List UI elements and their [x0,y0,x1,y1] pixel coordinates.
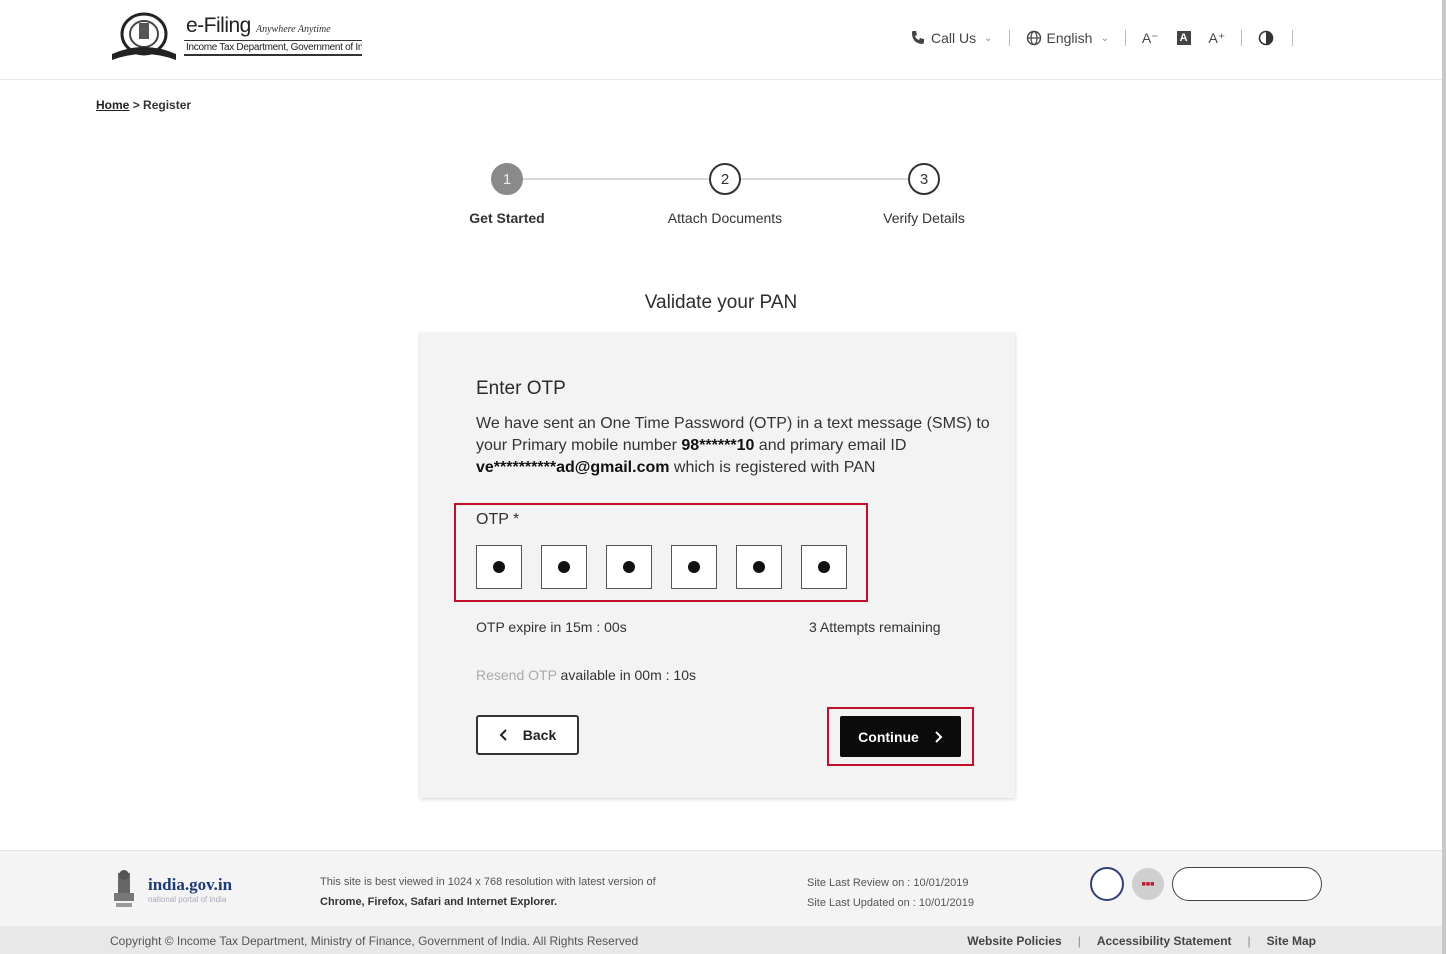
efiling-logo[interactable]: e-Filing Anywhere Anytime Income Tax Dep… [108,10,368,62]
font-increase-button[interactable]: A⁺ [1209,30,1226,47]
chevron-down-icon: ⌄ [984,32,993,44]
resend-otp-row: Resend OTP available in 00m : 10s [476,667,696,683]
last-updated: Site Last Updated on : 10/01/2019 [807,897,974,909]
otp-digit-6[interactable] [801,545,847,589]
language-label: English [1046,30,1093,46]
masked-digit-dot [753,561,765,573]
masked-digit-dot [688,561,700,573]
copyright-text: Copyright © Income Tax Department, Minis… [110,934,639,948]
back-button[interactable]: Back [476,715,579,755]
otp-message-part3: which is registered with PAN [669,459,876,476]
chevron-down-icon: ⌄ [1100,32,1109,44]
website-policies-link[interactable]: Website Policies [967,934,1061,948]
india-gov-logo[interactable]: india.gov.in national portal of india [110,869,260,911]
breadcrumb-home-link[interactable]: Home [96,98,129,112]
chevron-right-icon [935,730,943,743]
otp-digit-2[interactable] [541,545,587,589]
step-connector [523,178,709,180]
contrast-toggle-icon[interactable] [1258,30,1274,46]
divider [1241,30,1243,46]
step-3-circle: 3 [908,163,940,195]
masked-digit-dot [623,561,635,573]
otp-digit-5[interactable] [736,545,782,589]
masked-digit-dot [818,561,830,573]
font-reset-button[interactable]: A [1176,31,1191,45]
iso-badges-icon [1172,867,1322,901]
resend-timer: available in 00m : 10s [556,667,696,683]
call-us-label: Call Us [931,30,977,46]
back-button-label: Back [522,727,557,743]
browser-support-note: This site is best viewed in 1024 x 768 r… [320,872,656,912]
otp-digit-3[interactable] [606,545,652,589]
step-2-circle: 2 [709,163,741,195]
otp-expiry-timer: OTP expire in 15m : 00s [476,619,627,635]
continue-button[interactable]: Continue [840,716,961,757]
certification-badges: ■■■ [1090,867,1322,901]
otp-message: We have sent an One Time Password (OTP) … [476,413,996,479]
divider: | [1247,934,1251,948]
phone-icon [912,31,924,44]
otp-digit-4[interactable] [671,545,717,589]
certification-badge-icon [1090,867,1124,901]
masked-email: ve**********ad@gmail.com [476,459,670,476]
last-review: Site Last Review on : 10/01/2019 [807,877,969,889]
divider: | [1077,934,1081,948]
india-gov-subtext: national portal of india [148,895,227,904]
breadcrumb: Home > Register [96,98,191,112]
logo-title: e-Filing [186,14,251,37]
header-toolbar: Call Us ⌄ English ⌄ A⁻ A A⁺ [910,26,1294,50]
site-map-link[interactable]: Site Map [1267,934,1316,948]
breadcrumb-current: Register [143,98,192,112]
stqc-badge-icon: ■■■ [1132,868,1164,900]
copyright-bar: Copyright © Income Tax Department, Minis… [0,926,1442,954]
otp-input-group: OTP * [454,503,868,602]
logo-subtitle: Income Tax Department, Government of Ind… [184,40,362,56]
divider [1292,30,1294,46]
divider [1008,30,1010,46]
footer: india.gov.in national portal of india Th… [0,850,1442,926]
masked-mobile: 98******10 [681,437,755,454]
language-menu[interactable]: English ⌄ [1026,30,1109,46]
otp-digit-1[interactable] [476,545,522,589]
globe-icon [1026,30,1041,46]
ashoka-emblem-icon [114,870,134,907]
browser-note-line1: This site is best viewed in 1024 x 768 r… [320,876,656,888]
top-header: e-Filing Anywhere Anytime Income Tax Dep… [0,0,1442,80]
continue-highlight: Continue [827,707,974,766]
step-3-label: Verify Details [883,210,965,226]
otp-card: Enter OTP We have sent an One Time Passw… [420,333,1015,798]
call-us-menu[interactable]: Call Us ⌄ [910,30,993,46]
otp-label: OTP * [476,511,520,528]
page-title: Validate your PAN [644,292,798,313]
masked-digit-dot [493,561,505,573]
site-dates: Site Last Review on : 10/01/2019 Site La… [807,873,974,913]
otp-message-part2: and primary email ID [754,437,907,454]
india-gov-text: india.gov.in [148,875,233,894]
step-1-circle: 1 [491,163,523,195]
accessibility-statement-link[interactable]: Accessibility Statement [1097,934,1232,948]
step-1-label: Get Started [469,210,545,226]
otp-cells [476,545,847,589]
attempts-remaining: 3 Attempts remaining [809,619,941,635]
masked-digit-dot [558,561,570,573]
logo-tagline: Anywhere Anytime [256,24,331,35]
chevron-left-icon [499,729,507,741]
browser-note-line2: Chrome, Firefox, Safari and Internet Exp… [320,896,558,908]
step-2-label: Attach Documents [667,210,783,226]
breadcrumb-separator: > [132,98,140,112]
window-edge [1442,0,1446,954]
font-decrease-button[interactable]: A⁻ [1142,30,1159,47]
footer-links: Website Policies | Accessibility Stateme… [967,934,1316,948]
emblem-icon [112,12,176,60]
continue-button-label: Continue [858,728,919,745]
card-title: Enter OTP [476,378,566,399]
resend-otp-link[interactable]: Resend OTP [476,667,557,683]
step-connector [741,178,908,180]
divider [1124,30,1126,46]
